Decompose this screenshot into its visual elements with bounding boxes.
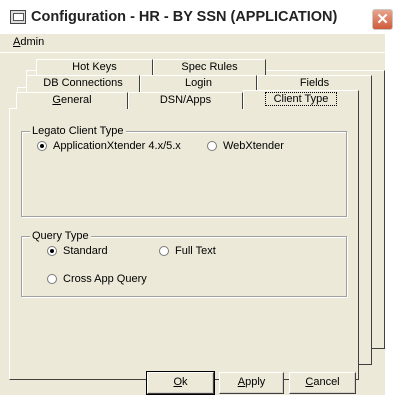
radio-applicationxtender-label: ApplicationXtender 4.x/5.x [53,140,181,152]
radio-selected-indicator [37,141,47,151]
tab-client-type-label: Client Type [264,92,338,106]
radio-standard-label: Standard [63,245,108,257]
tab-general-rest: eneral [60,94,92,106]
tab-general[interactable]: General [16,92,128,109]
ok-mnemonic: O [173,376,183,388]
tab-hot-keys[interactable]: Hot Keys [36,59,153,76]
radio-applicationxtender[interactable]: ApplicationXtender 4.x/5.x [37,140,181,152]
radio-selected-indicator [47,246,57,256]
radio-webxtender-label: WebXtender [223,140,284,152]
cancel-rest: ancel [313,376,340,388]
legato-client-type-label: Legato Client Type [30,125,126,138]
apply-button[interactable]: Apply [219,372,284,394]
tab-client-type[interactable]: Client Type [243,90,359,110]
title-bar[interactable]: Configuration - HR - BY SSN (APPLICATION… [0,0,393,34]
ok-rest: k [182,376,188,388]
query-type-group: Query Type Standard Full Text Cross App … [21,230,347,297]
query-type-label: Query Type [30,230,91,243]
tab-login[interactable]: Login [140,75,257,92]
radio-cross-app-query-label: Cross App Query [63,273,147,285]
radio-webxtender[interactable]: WebXtender [207,140,284,152]
close-button[interactable]: ✕ [372,9,393,30]
window-title: Configuration - HR - BY SSN (APPLICATION… [31,9,338,25]
menu-label-admin-rest: dmin [20,36,45,48]
cancel-button[interactable]: Cancel [289,372,356,394]
radio-full-text[interactable]: Full Text [159,245,216,257]
radio-full-text-label: Full Text [175,245,216,257]
radio-cross-app-query[interactable]: Cross App Query [47,273,147,285]
apply-mnemonic: A [237,376,246,388]
ok-button[interactable]: Ok [146,371,215,395]
radio-unselected-indicator [207,141,217,151]
tab-db-connections[interactable]: DB Connections [26,75,140,92]
window-right-edge [385,34,393,395]
configuration-window: Configuration - HR - BY SSN (APPLICATION… [0,0,393,395]
tab-dsn-apps[interactable]: DSN/Apps [128,92,243,109]
menu-bar: Admin [0,34,393,53]
app-window-icon [10,10,26,24]
radio-unselected-indicator [47,274,57,284]
legato-client-type-group: Legato Client Type ApplicationXtender 4.… [21,125,347,217]
radio-unselected-indicator [159,246,169,256]
close-icon: ✕ [376,11,389,28]
menu-item-admin[interactable]: Admin [13,36,44,48]
radio-standard[interactable]: Standard [47,245,108,257]
apply-rest: pply [245,376,266,388]
tab-general-mnemonic: G [52,94,61,106]
tab-spec-rules[interactable]: Spec Rules [153,59,266,76]
